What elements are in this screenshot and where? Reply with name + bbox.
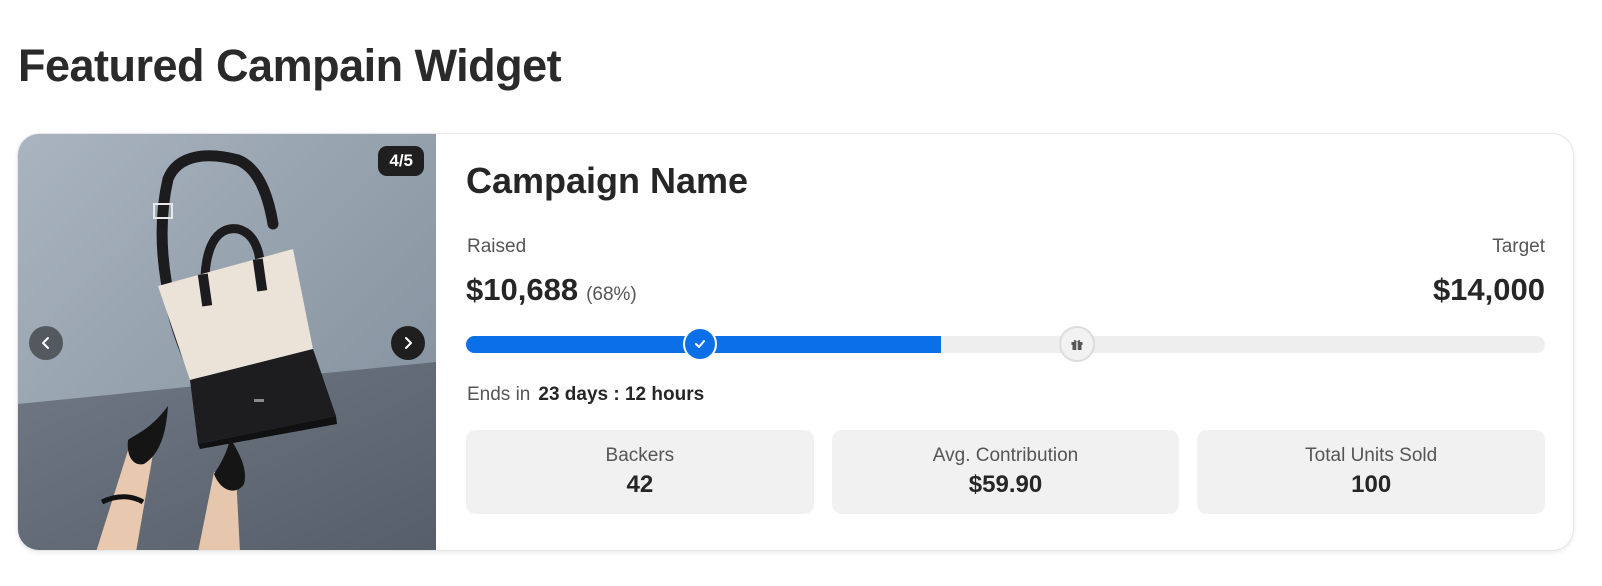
- funding-progress-bar: [466, 326, 1545, 362]
- ends-in-value: 23 days : 12 hours: [538, 384, 705, 405]
- stat-total-units-sold: Total Units Sold 100: [1197, 430, 1546, 514]
- stat-value: 42: [626, 471, 654, 498]
- milestone-reached[interactable]: [683, 327, 718, 361]
- chevron-left-icon: [42, 337, 49, 349]
- stat-avg-contribution: Avg. Contribution $59.90: [831, 430, 1180, 514]
- chevron-right-icon: [405, 337, 412, 349]
- raised-percent: (68%): [586, 284, 637, 305]
- campaign-card: 4/5 Campaign Name Raised Target $10,688 …: [17, 133, 1574, 551]
- target-label: Target: [1492, 236, 1545, 257]
- check-icon: [695, 340, 706, 348]
- stat-backers: Backers 42: [466, 430, 814, 514]
- page-title: Featured Campain Widget: [18, 40, 562, 91]
- stat-label: Avg. Contribution: [932, 445, 1079, 466]
- next-image-button[interactable]: [391, 326, 425, 360]
- milestone-reward[interactable]: [1058, 326, 1095, 362]
- campaign-info: Campaign Name Raised Target $10,688 (68%…: [466, 134, 1546, 550]
- ends-in-label: Ends in: [467, 384, 531, 405]
- image-counter: 4/5: [378, 146, 424, 176]
- stat-value: 100: [1351, 471, 1392, 498]
- ends-in-row: Ends in 23 days : 12 hours: [467, 384, 704, 406]
- stat-value: $59.90: [968, 471, 1043, 498]
- raised-label: Raised: [467, 236, 527, 257]
- raised-amount: $10,688: [466, 272, 579, 307]
- product-image: [18, 134, 436, 550]
- campaign-stats: Backers 42 Avg. Contribution $59.90 Tota…: [466, 430, 1546, 514]
- campaign-name: Campaign Name: [466, 160, 749, 201]
- gift-icon: [1071, 340, 1083, 350]
- previous-image-button[interactable]: [29, 326, 63, 360]
- stat-label: Backers: [605, 445, 675, 466]
- stat-label: Total Units Sold: [1305, 445, 1438, 466]
- target-amount: $14,000: [1432, 272, 1545, 307]
- product-image-carousel[interactable]: 4/5: [18, 134, 436, 550]
- raised-row: $10,688 (68%): [466, 272, 637, 308]
